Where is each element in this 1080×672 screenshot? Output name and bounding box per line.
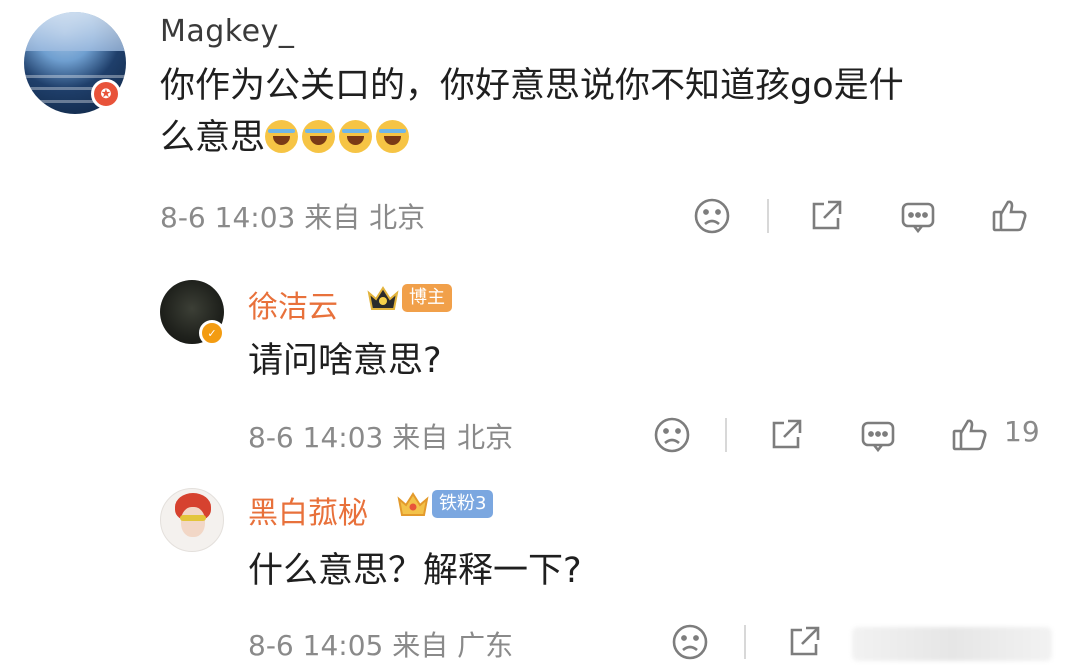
verified-badge-icon: ✓: [199, 320, 225, 346]
laugh-cry-emoji: [302, 120, 336, 153]
laugh-cry-emoji: [339, 120, 373, 153]
comment-location: 来自 北京: [304, 201, 426, 234]
share-icon[interactable]: [806, 196, 846, 236]
comment-meta: 8-6 14:05 来自 广东: [248, 624, 513, 664]
comment-location: 来自 北京: [392, 421, 514, 454]
comment-text: 什么意思？解释一下?: [248, 551, 582, 591]
comment-location: 来自 广东: [392, 629, 514, 662]
thumbs-up-icon[interactable]: [990, 196, 1030, 236]
divider: [725, 418, 727, 452]
crown-icon: [367, 286, 399, 310]
host-badge: 博主: [366, 283, 452, 313]
comment-time: 8-6 14:03: [160, 201, 296, 234]
blurred-watermark: [852, 627, 1052, 661]
fan-badge: 铁粉3: [396, 489, 494, 519]
username[interactable]: 徐洁云: [248, 282, 338, 326]
thumbs-up-icon[interactable]: [950, 415, 990, 455]
crown-icon: [397, 492, 429, 516]
fan-tag: 铁粉3: [432, 490, 494, 518]
comment-text-line1: 你作为公关口的，你好意思说你不知道孩go是什: [160, 66, 904, 106]
comment-icon[interactable]: [898, 196, 938, 236]
share-icon[interactable]: [784, 622, 824, 662]
comment-time: 8-6 14:05: [248, 629, 384, 662]
host-tag: 博主: [402, 284, 452, 312]
laugh-cry-emoji: [376, 120, 410, 153]
comment-text: 请问啥意思?: [248, 341, 442, 381]
username[interactable]: Magkey_: [160, 14, 294, 49]
comment-meta: 8-6 14:03 来自 北京: [248, 416, 513, 456]
sad-face-icon[interactable]: [652, 415, 692, 455]
divider: [744, 625, 746, 659]
comment-meta: 8-6 14:03 来自 北京: [160, 196, 425, 236]
divider: [767, 199, 769, 233]
comment-text: 你作为公关口的，你好意思说你不知道孩go是什 么意思: [160, 60, 1040, 164]
like-count: 19: [1004, 415, 1040, 448]
laugh-cry-emoji: [265, 120, 299, 153]
username[interactable]: 黑白菰柲: [248, 488, 368, 532]
comment-text-line2: 么意思: [160, 118, 266, 158]
share-icon[interactable]: [766, 415, 806, 455]
sad-face-icon[interactable]: [670, 622, 710, 662]
avatar[interactable]: [160, 488, 224, 552]
comment-icon[interactable]: [858, 415, 898, 455]
verified-badge-icon: ✪: [91, 79, 121, 109]
comment-time: 8-6 14:03: [248, 421, 384, 454]
sad-face-icon[interactable]: [692, 196, 732, 236]
